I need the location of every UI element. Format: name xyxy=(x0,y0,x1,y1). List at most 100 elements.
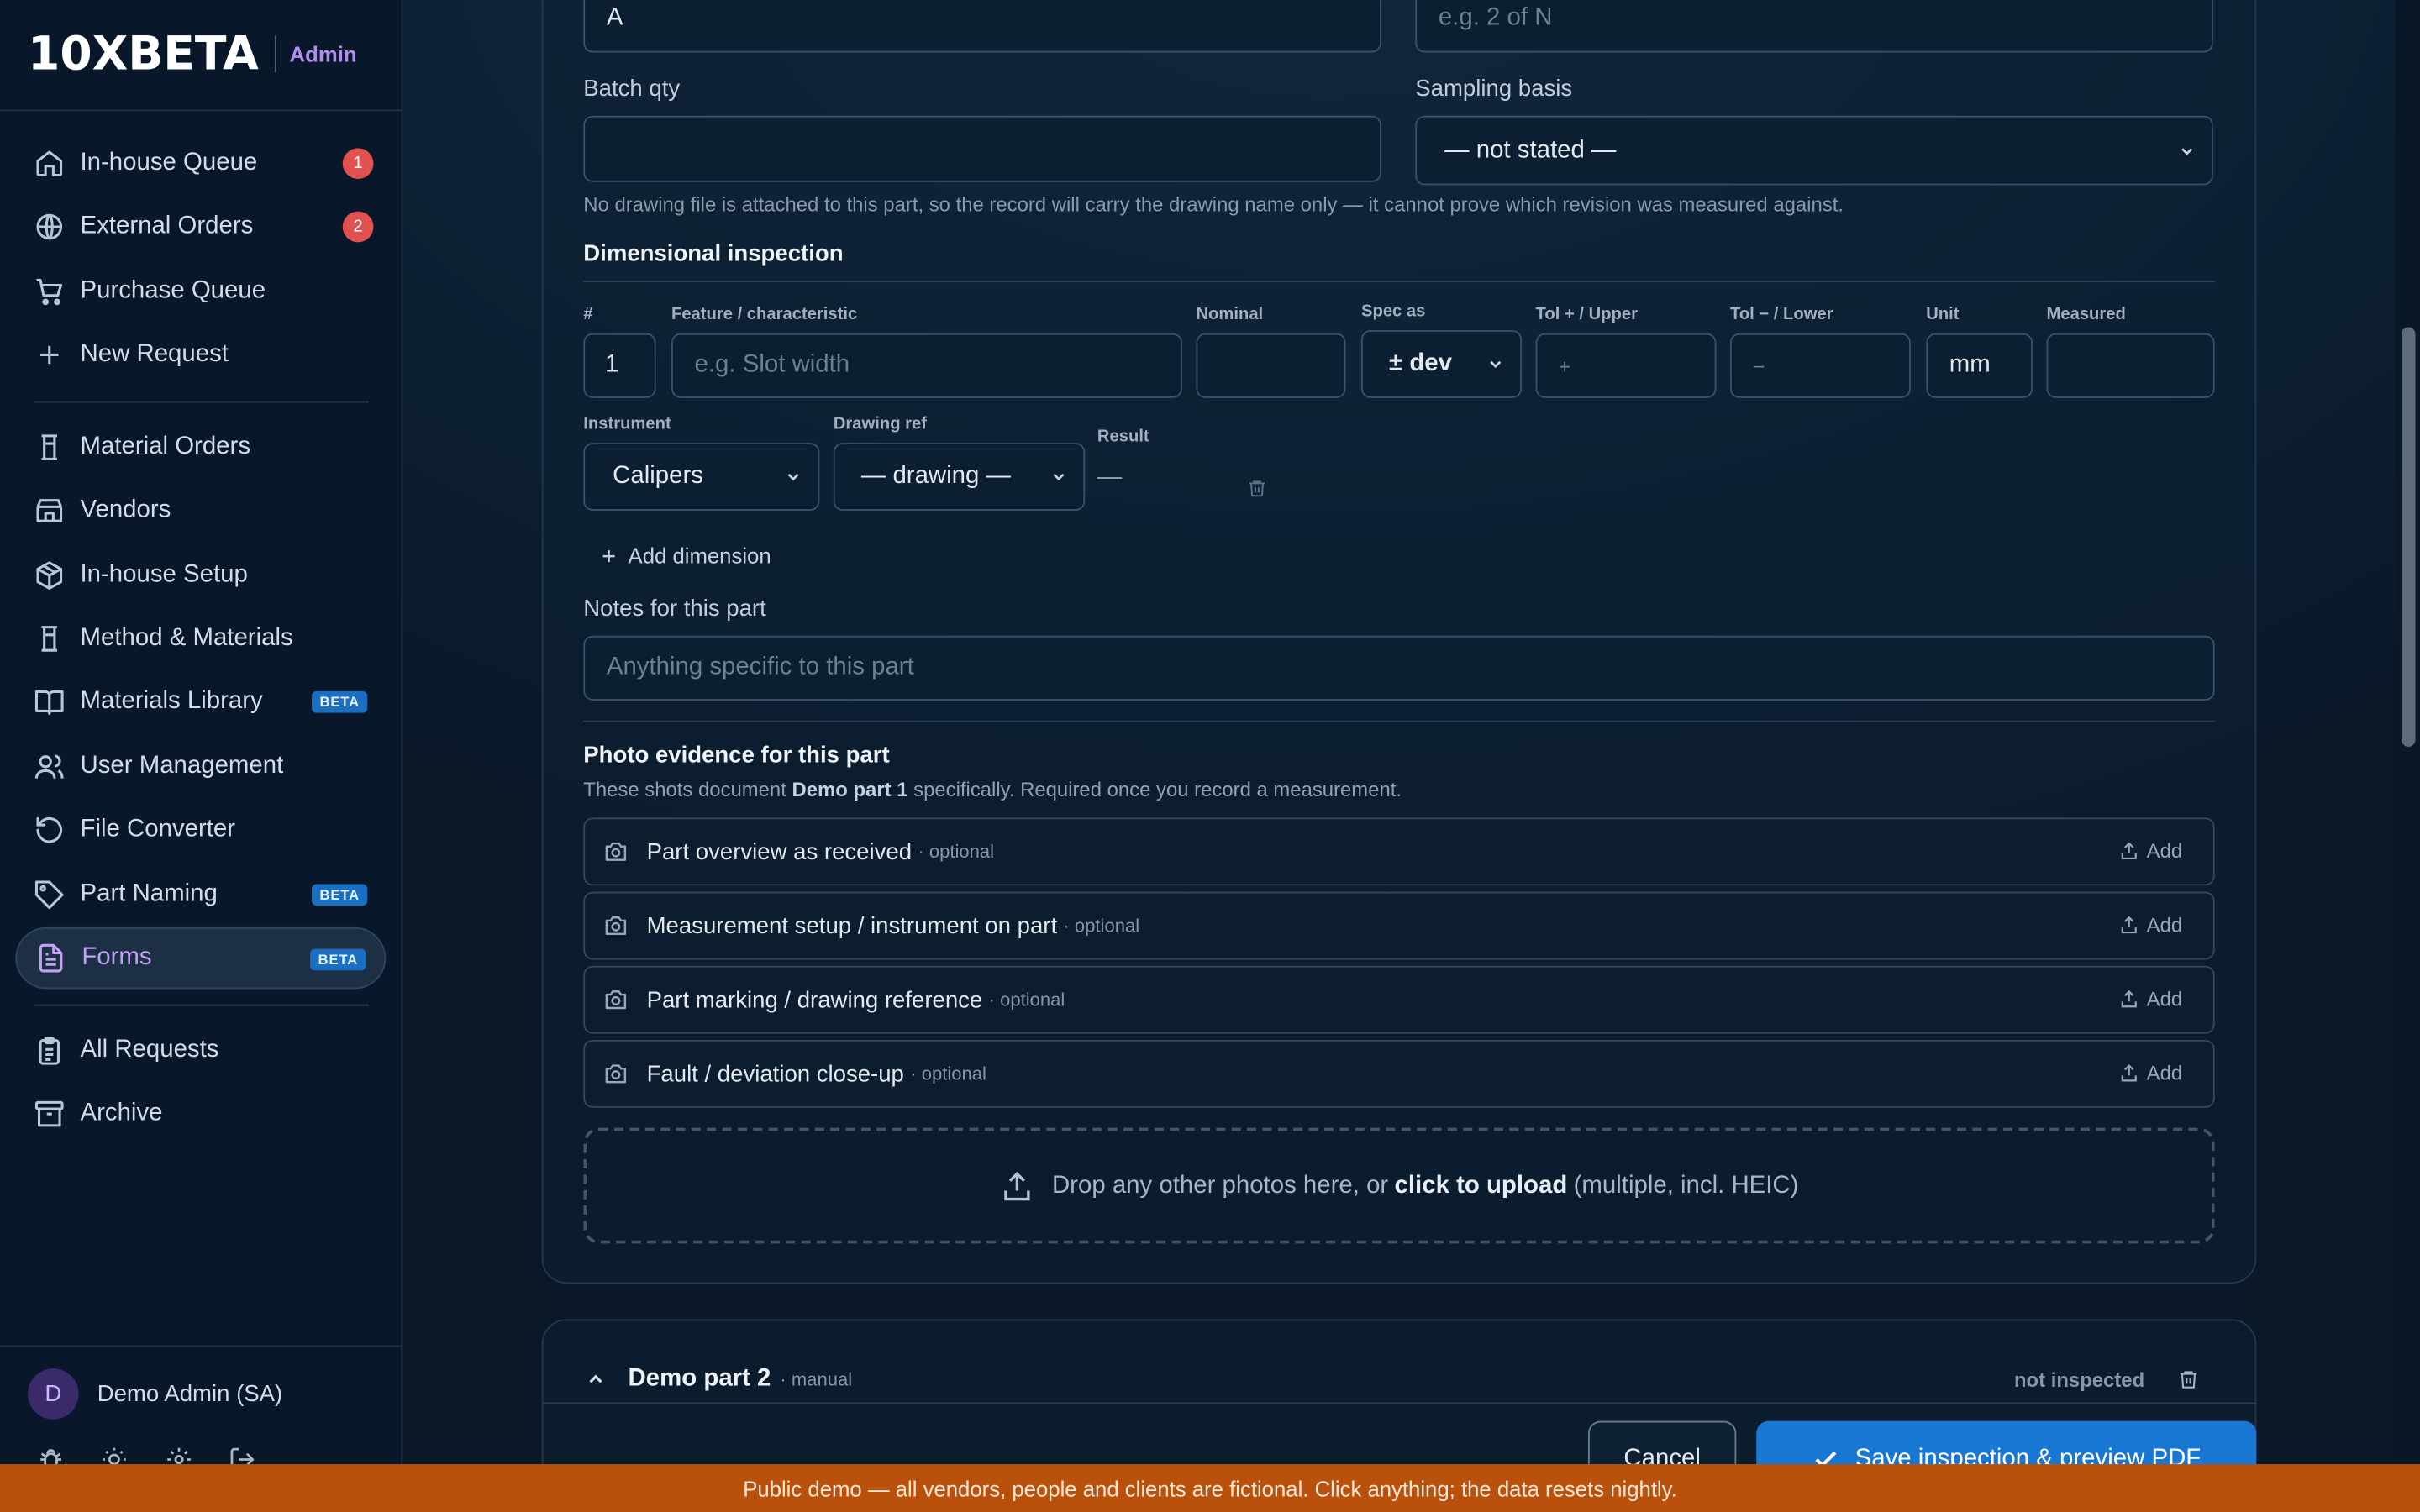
sidebar-item-materials-library[interactable]: Materials Library BETA xyxy=(15,671,386,732)
sampling-basis-value: — not stated — xyxy=(1444,136,1617,163)
sidebar-item-label: In-house Setup xyxy=(80,561,248,588)
avatar: D xyxy=(28,1368,79,1420)
part-2-name: Demo part 2 xyxy=(628,1365,771,1392)
trash-icon[interactable] xyxy=(2178,1368,2200,1390)
sidebar-item-part-naming[interactable]: Part Naming BETA xyxy=(15,864,386,926)
chevron-down-icon xyxy=(2181,147,2193,155)
drawing-note: No drawing file is attached to this part… xyxy=(583,192,1844,217)
add-photo-button[interactable]: Add xyxy=(2119,988,2182,1011)
revision-input[interactable]: A xyxy=(583,0,1381,53)
nominal-input[interactable] xyxy=(1196,333,1346,398)
camera-icon xyxy=(605,990,627,1010)
nav-divider xyxy=(34,401,369,403)
sidebar-item-vendors[interactable]: Vendors xyxy=(15,480,386,541)
part-2-divider xyxy=(541,1402,2257,1404)
brand-logo[interactable]: 10XBETA Admin xyxy=(28,27,357,81)
page: 10XBETA Admin In-house Queue 1 External … xyxy=(0,0,2420,1512)
sidebar-item-label: Material Orders xyxy=(80,433,251,460)
photo-slot[interactable]: Fault / deviation close-up · optional Add xyxy=(583,1039,2215,1108)
part-2-header[interactable]: Demo part 2 · manual xyxy=(585,1366,852,1394)
dimensional-title: Dimensional inspection xyxy=(583,240,844,267)
tol-upper-input[interactable]: + xyxy=(1535,333,1717,398)
sidebar-item-forms[interactable]: Forms BETA xyxy=(15,927,387,990)
notes-input[interactable]: Anything specific to this part xyxy=(583,635,2215,701)
sidebar-item-all-requests[interactable]: All Requests xyxy=(15,1020,386,1081)
spec-value: ± dev xyxy=(1389,349,1452,377)
col-header-tol-upper: Tol + / Upper xyxy=(1535,305,1638,324)
part-of-input[interactable]: e.g. 2 of N xyxy=(1415,0,2213,53)
photo-evidence-title: Photo evidence for this part xyxy=(583,742,890,769)
sidebar-item-external-orders[interactable]: External Orders 2 xyxy=(15,196,386,257)
add-dimension-button[interactable]: Add dimension xyxy=(599,543,771,568)
users-icon xyxy=(34,754,64,779)
tol-lower-input[interactable]: − xyxy=(1729,333,1911,398)
col-header-feature: Feature / characteristic xyxy=(671,305,858,324)
role-label: Admin xyxy=(289,41,357,66)
photo-slot[interactable]: Part marking / drawing reference · option… xyxy=(583,965,2215,1034)
click-to-upload-link[interactable]: click to upload xyxy=(1395,1172,1568,1200)
chevron-down-icon xyxy=(1053,473,1065,481)
sidebar-item-label: New Request xyxy=(80,340,229,368)
drawing-ref-select[interactable]: — drawing — xyxy=(833,443,1086,511)
add-photo-button[interactable]: Add xyxy=(2119,913,2183,937)
scrollbar-track[interactable] xyxy=(2395,0,2420,1512)
chevron-down-icon xyxy=(787,473,799,481)
sidebar-item-user-management[interactable]: User Management xyxy=(15,736,386,797)
user-profile[interactable]: D Demo Admin (SA) xyxy=(28,1368,282,1420)
user-name: Demo Admin (SA) xyxy=(97,1380,283,1408)
optional-tag: · optional xyxy=(910,1063,986,1085)
instrument-select[interactable]: Calipers xyxy=(583,443,820,511)
camera-icon xyxy=(605,916,627,936)
sidebar-item-label: Purchase Queue xyxy=(80,277,266,304)
sidebar-item-archive[interactable]: Archive xyxy=(15,1083,386,1144)
camera-icon xyxy=(605,842,627,861)
feature-input[interactable]: e.g. Slot width xyxy=(671,333,1182,398)
batch-qty-input[interactable] xyxy=(583,115,1381,182)
sidebar-item-purchase-queue[interactable]: Purchase Queue xyxy=(15,260,386,322)
count-badge: 1 xyxy=(342,148,374,180)
photo-slot-label: Measurement setup / instrument on part xyxy=(646,912,1058,939)
col-header-num: # xyxy=(583,305,593,324)
add-label: Add xyxy=(2146,913,2183,937)
sampling-basis-select[interactable]: — not stated — xyxy=(1415,115,2213,186)
scrollbar-thumb[interactable] xyxy=(2401,327,2416,747)
photo-slot[interactable]: Part overview as received · optional Add xyxy=(583,817,2215,886)
sidebar-divider xyxy=(0,1345,403,1347)
sidebar-item-label: Materials Library xyxy=(80,688,263,715)
dimension-number-input[interactable]: 1 xyxy=(583,333,656,398)
add-photo-button[interactable]: Add xyxy=(2119,1062,2182,1084)
spec-select[interactable]: ± dev xyxy=(1361,330,1523,398)
demo-banner: Public demo — all vendors, people and cl… xyxy=(0,1464,2420,1512)
sidebar-item-file-converter[interactable]: File Converter xyxy=(15,799,386,860)
sidebar-item-label: Vendors xyxy=(80,496,171,523)
sidebar-item-label: Method & Materials xyxy=(80,624,293,652)
trash-icon[interactable] xyxy=(1247,478,1267,498)
sidebar-item-new-request[interactable]: New Request xyxy=(15,324,386,386)
add-photo-button[interactable]: Add xyxy=(2119,839,2182,863)
sidebar-item-label: External Orders xyxy=(80,213,254,239)
desc-text: specifically. Required once you record a… xyxy=(908,777,1402,801)
optional-tag: · optional xyxy=(988,989,1065,1011)
home-icon xyxy=(36,150,63,177)
sidebar-item-in-house-queue[interactable]: In-house Queue 1 xyxy=(15,133,386,194)
camera-icon xyxy=(605,1064,627,1084)
sidebar-item-material-orders[interactable]: Material Orders xyxy=(15,417,386,478)
chevron-up-icon xyxy=(589,1374,602,1383)
measured-input[interactable] xyxy=(2046,333,2215,398)
unit-input[interactable]: mm xyxy=(1926,333,2033,398)
photo-dropzone[interactable]: Drop any other photos here, or click to … xyxy=(583,1127,2215,1244)
drawing-ref-value: — drawing — xyxy=(860,463,1011,490)
upload-icon xyxy=(2121,990,2137,1008)
sidebar-item-in-house-setup[interactable]: In-house Setup xyxy=(15,544,386,606)
globe-icon xyxy=(36,213,63,240)
refresh-icon xyxy=(36,816,63,843)
sampling-basis-label: Sampling basis xyxy=(1415,76,1573,102)
cart-icon xyxy=(36,278,63,306)
sidebar-item-method-materials[interactable]: Method & Materials xyxy=(15,608,386,669)
col-header-tol-lower: Tol − / Lower xyxy=(1729,305,1833,324)
sidebar-item-label: Part Naming xyxy=(80,880,218,907)
col-header-measured: Measured xyxy=(2046,305,2126,324)
section-divider xyxy=(583,720,2215,722)
photo-slot[interactable]: Measurement setup / instrument on part · … xyxy=(583,891,2215,960)
instrument-value: Calipers xyxy=(613,463,703,490)
